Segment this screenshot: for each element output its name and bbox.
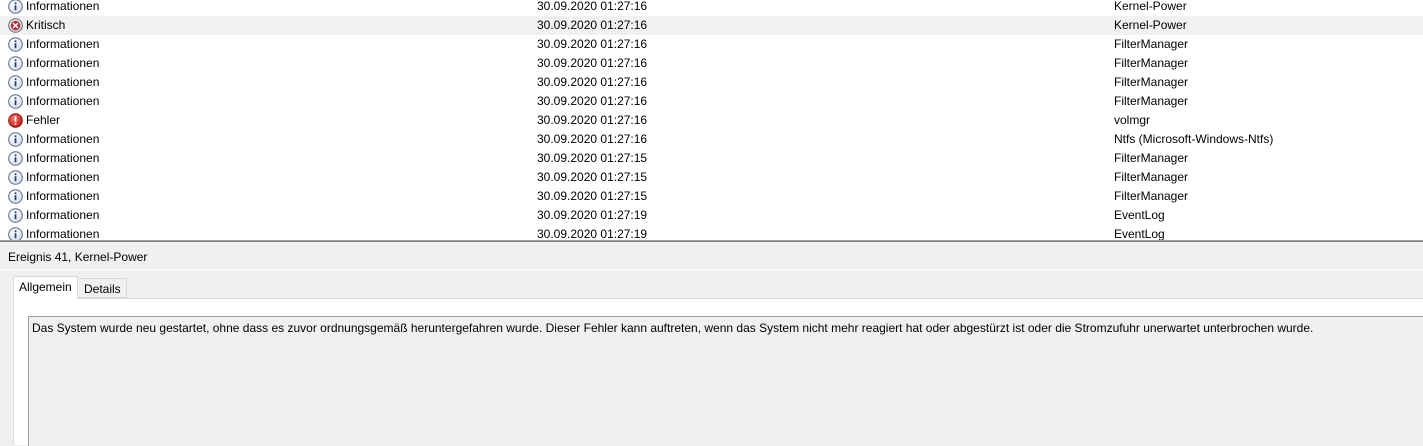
event-source: FilterManager: [1114, 56, 1189, 70]
event-datetime: 30.09.2020 01:27:19: [537, 227, 648, 240]
event-row[interactable]: Informationen 30.09.2020 01:27:15 FilterMa…: [0, 187, 1423, 206]
info-icon: [8, 56, 23, 71]
event-source: FilterManager: [1114, 170, 1189, 184]
event-source: Kernel-Power: [1114, 18, 1187, 32]
event-datetime: 30.09.2020 01:27:16: [537, 94, 648, 108]
tab-general[interactable]: Allgemein: [13, 276, 78, 299]
event-level: Informationen: [26, 56, 100, 70]
event-level: Informationen: [26, 208, 100, 222]
event-row[interactable]: Informationen 30.09.2020 01:27:16 Kernel-P…: [0, 0, 1423, 16]
event-datetime: 30.09.2020 01:27:16: [537, 132, 648, 146]
event-detail-title: Ereignis 41, Kernel-Power: [8, 250, 148, 264]
event-level: Informationen: [26, 170, 100, 184]
event-level: Informationen: [26, 227, 100, 240]
info-icon: [8, 94, 23, 109]
event-row[interactable]: Informationen 30.09.2020 01:27:19 EventLog: [0, 206, 1423, 225]
tab-panel-general: Das System wurde neu gestartet, ohne das…: [13, 298, 1423, 446]
event-datetime: 30.09.2020 01:27:15: [537, 189, 648, 203]
event-level: Informationen: [26, 151, 100, 165]
event-description[interactable]: Das System wurde neu gestartet, ohne das…: [28, 316, 1423, 446]
event-level: Kritisch: [26, 18, 66, 32]
event-level: Informationen: [26, 75, 100, 89]
event-row[interactable]: Informationen 30.09.2020 01:27:16 FilterMa…: [0, 92, 1423, 111]
event-row[interactable]: Kritisch 30.09.2020 01:27:16 Kernel-Power: [0, 16, 1423, 35]
info-icon: [8, 37, 23, 52]
info-icon: [8, 132, 23, 147]
event-level: Informationen: [26, 189, 100, 203]
critical-icon: [8, 18, 23, 33]
event-source: FilterManager: [1114, 75, 1189, 89]
event-source: EventLog: [1114, 208, 1165, 222]
event-row[interactable]: Fehler 30.09.2020 01:27:16 volmgr: [0, 111, 1423, 130]
info-icon: [8, 151, 23, 166]
event-level: Fehler: [26, 113, 61, 127]
info-icon: [8, 189, 23, 204]
info-icon: [8, 75, 23, 90]
event-datetime: 30.09.2020 01:27:16: [537, 113, 648, 127]
event-level: Informationen: [26, 94, 100, 108]
event-datetime: 30.09.2020 01:27:19: [537, 208, 648, 222]
event-source: Ntfs (Microsoft-Windows-Ntfs): [1114, 132, 1274, 146]
event-datetime: 30.09.2020 01:27:16: [537, 56, 648, 70]
event-row[interactable]: Informationen 30.09.2020 01:27:15 FilterMa…: [0, 149, 1423, 168]
event-source: FilterManager: [1114, 189, 1189, 203]
event-level: Informationen: [26, 37, 100, 51]
event-row[interactable]: Informationen 30.09.2020 01:27:16 Ntfs (Mi…: [0, 130, 1423, 149]
info-icon: [8, 170, 23, 185]
event-level: Informationen: [26, 132, 100, 146]
event-source: FilterManager: [1114, 37, 1189, 51]
info-icon: [8, 208, 23, 223]
event-row[interactable]: Informationen 30.09.2020 01:27:16 FilterMa…: [0, 73, 1423, 92]
event-row[interactable]: Informationen 30.09.2020 01:27:15 FilterMa…: [0, 168, 1423, 187]
tab-details[interactable]: Details: [79, 278, 127, 298]
event-source: FilterManager: [1114, 94, 1189, 108]
event-source: volmgr: [1114, 113, 1151, 127]
event-detail-pane: Ereignis 41, Kernel-Power Allgemein Deta…: [0, 242, 1423, 446]
event-source: EventLog: [1114, 227, 1165, 240]
error-icon: [8, 113, 23, 128]
info-icon: [8, 0, 23, 14]
event-datetime: 30.09.2020 01:27:16: [537, 37, 648, 51]
event-datetime: 30.09.2020 01:27:16: [537, 18, 648, 32]
event-datetime: 30.09.2020 01:27:15: [537, 151, 648, 165]
event-row[interactable]: Informationen 30.09.2020 01:27:19 EventLog: [0, 225, 1423, 240]
event-row[interactable]: Informationen 30.09.2020 01:27:16 FilterMa…: [0, 54, 1423, 73]
event-source: FilterManager: [1114, 151, 1189, 165]
info-icon: [8, 227, 23, 240]
event-level: Informationen: [26, 0, 100, 13]
divider: [0, 269, 1423, 270]
event-datetime: 30.09.2020 01:27:15: [537, 170, 648, 184]
event-datetime: 30.09.2020 01:27:16: [537, 0, 648, 13]
event-list[interactable]: Informationen 30.09.2020 01:27:16 Kernel-P…: [0, 0, 1423, 240]
event-source: Kernel-Power: [1114, 0, 1187, 13]
event-row[interactable]: Informationen 30.09.2020 01:27:16 FilterMa…: [0, 35, 1423, 54]
event-datetime: 30.09.2020 01:27:16: [537, 75, 648, 89]
